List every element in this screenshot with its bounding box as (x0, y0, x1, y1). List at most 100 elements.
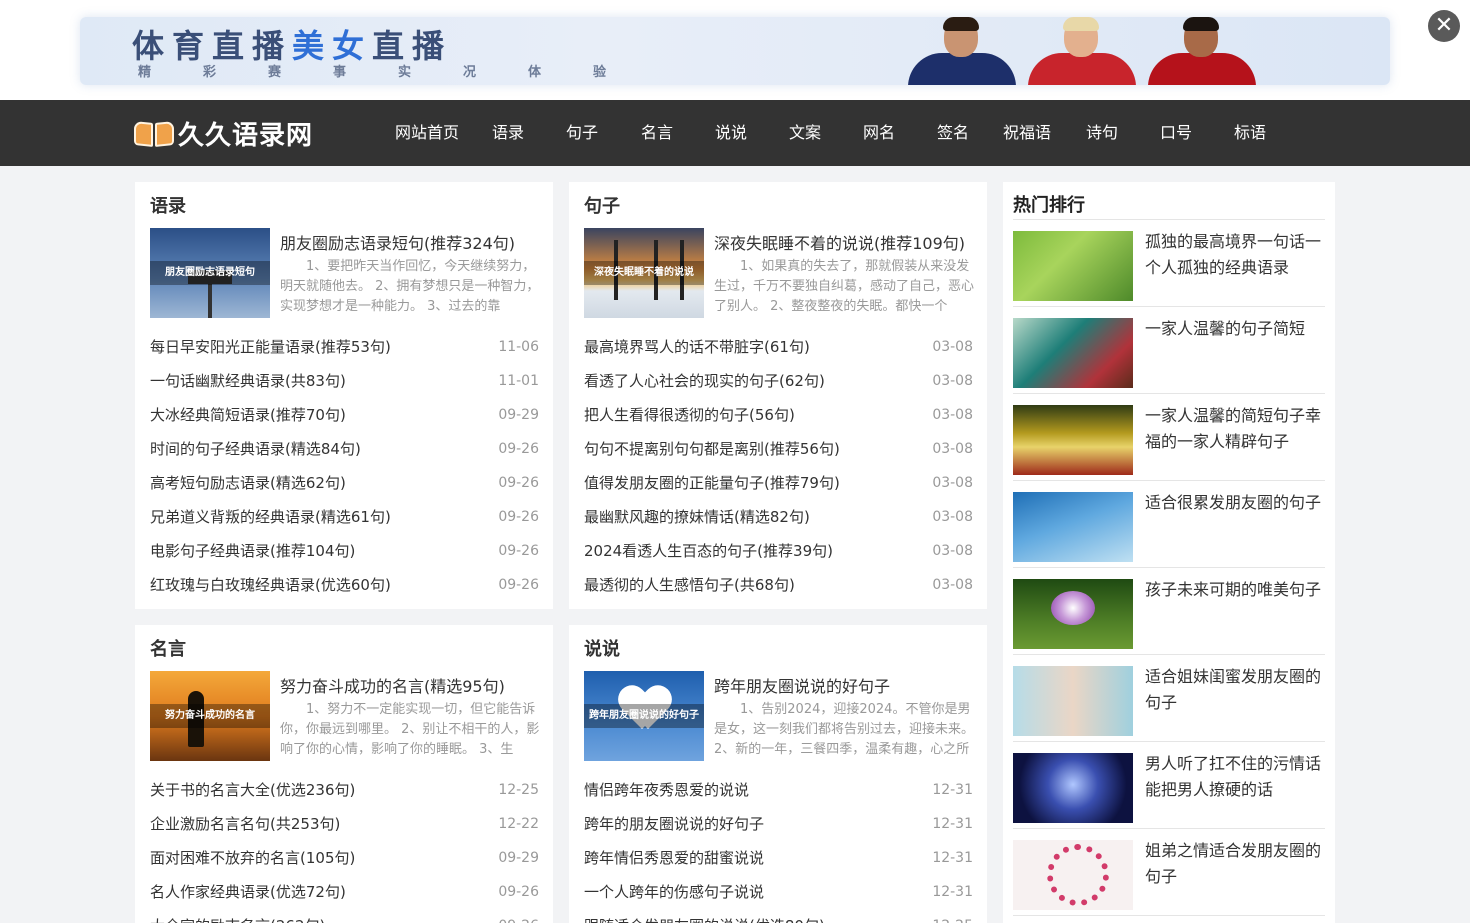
list-item: 句句不提离别句句都是离别(推荐56句) 03-08 (584, 432, 973, 466)
article-link[interactable]: 关于书的名言大全(优选236句) (150, 773, 355, 807)
ranking-thumbnail[interactable] (1013, 753, 1133, 823)
article-link[interactable]: 每日早安阳光正能量语录(推荐53句) (150, 330, 391, 364)
list-item: 值得发朋友圈的正能量句子(推荐79句) 03-08 (584, 466, 973, 500)
site-logo[interactable]: 久久语录网 (134, 114, 313, 152)
nav-item-biaoyu[interactable]: 标语 (1234, 100, 1266, 166)
featured-title-link[interactable]: 深夜失眠睡不着的说说(推荐109句) (714, 230, 965, 254)
nav-item-shuoshuo[interactable]: 说说 (715, 100, 747, 166)
panel-mingyan: 名言 努力奋斗成功的名言 努力奋斗成功的名言(精选95句) 1、努力不一定能实现… (135, 625, 553, 923)
nav-item-yulu[interactable]: 语录 (492, 100, 524, 166)
article-link[interactable]: 大冰经典简短语录(推荐70句) (150, 398, 346, 432)
article-date: 09-26 (498, 475, 539, 491)
article-link[interactable]: 一个人跨年的伤感句子说说 (584, 875, 764, 909)
article-link[interactable]: 看透了人心社会的现实的句子(62句) (584, 364, 825, 398)
nav-item-home[interactable]: 网站首页 (395, 100, 459, 166)
article-link[interactable]: 跨年的朋友圈说说的好句子 (584, 807, 764, 841)
article-list: 每日早安阳光正能量语录(推荐53句) 11-06 一句话幽默经典语录(共83句) 1… (150, 330, 539, 602)
sports-live-banner[interactable]: 体育直播美女直播 精彩赛事实况体验 (80, 17, 1390, 85)
ranking-link[interactable]: 孩子未来可期的唯美句子 (1145, 577, 1325, 603)
ranking-item: 一家人温馨的句子简短 (1013, 307, 1325, 394)
featured-thumbnail[interactable]: 努力奋斗成功的名言 (150, 671, 270, 761)
featured-thumbnail[interactable]: 跨年朋友圈说说的好句子 (584, 671, 704, 761)
article-link[interactable]: 最透彻的人生感悟句子(共68句) (584, 568, 795, 602)
article-link[interactable]: 兄弟道义背叛的经典语录(精选61句) (150, 500, 391, 534)
close-ad-button[interactable]: ✕ (1428, 10, 1460, 42)
ranking-item: 孤独的最高境界一句话一个人孤独的经典语录 (1013, 220, 1325, 307)
list-item: 兄弟道义背叛的经典语录(精选61句) 09-26 (150, 500, 539, 534)
panel-title[interactable]: 说说 (584, 635, 620, 661)
article-date: 03-08 (932, 373, 973, 389)
article-list: 最高境界骂人的话不带脏字(61句) 03-08 看透了人心社会的现实的句子(62句… (584, 330, 973, 602)
ranking-thumbnail[interactable] (1013, 840, 1133, 910)
nav-item-juzi[interactable]: 句子 (566, 100, 598, 166)
article-link[interactable]: 最幽默风趣的撩妹情话(精选82句) (584, 500, 810, 534)
article-link[interactable]: 跨年情侣秀恩爱的甜蜜说说 (584, 841, 764, 875)
nav-item-qianming[interactable]: 签名 (937, 100, 969, 166)
article-link[interactable]: 高考短句励志语录(精选62句) (150, 466, 346, 500)
article-link[interactable]: 句句不提离别句句都是离别(推荐56句) (584, 432, 840, 466)
featured-title-link[interactable]: 努力奋斗成功的名言(精选95句) (280, 673, 505, 697)
article-link[interactable]: 值得发朋友圈的正能量句子(推荐79句) (584, 466, 840, 500)
panel-title[interactable]: 语录 (150, 192, 186, 218)
panel-juzi: 句子 深夜失眠睡不着的说说 深夜失眠睡不着的说说(推荐109句) 1、如果真的失… (569, 182, 987, 609)
panel-title[interactable]: 句子 (584, 192, 620, 218)
panel-yulu: 语录 朋友圈励志语录短句 朋友圈励志语录短句(推荐324句) 1、要把昨天当作回… (135, 182, 553, 609)
list-item: 一个人跨年的伤感句子说说 12-31 (584, 875, 973, 909)
ranking-link[interactable]: 适合很累发朋友圈的句子 (1145, 490, 1325, 516)
nav-item-zhufuyu[interactable]: 祝福语 (1003, 100, 1051, 166)
list-item: 红玫瑰与白玫瑰经典语录(优选60句) 09-26 (150, 568, 539, 602)
featured-title-link[interactable]: 跨年朋友圈说说的好句子 (714, 673, 890, 697)
article-link[interactable]: 大全家的励志名言(262句) (150, 909, 325, 923)
featured-excerpt: 1、告别2024，迎接2024。不管你是男是女，这一刻我们都将告别过去，迎接未来… (714, 702, 974, 757)
banner-subtitle: 精彩赛事实况体验 (138, 65, 659, 80)
article-link[interactable]: 名人作家经典语录(优选72句) (150, 875, 346, 909)
article-link[interactable]: 面对困难不放弃的名言(105句) (150, 841, 355, 875)
article-link[interactable]: 2024看透人生百态的句子(推荐39句) (584, 534, 833, 568)
article-link[interactable]: 一句话幽默经典语录(共83句) (150, 364, 346, 398)
ranking-thumbnail[interactable] (1013, 405, 1133, 475)
list-item: 关于书的名言大全(优选236句) 12-25 (150, 773, 539, 807)
article-link[interactable]: 企业激励名言名句(共253句) (150, 807, 340, 841)
featured-thumbnail[interactable]: 深夜失眠睡不着的说说 (584, 228, 704, 318)
article-date: 03-08 (932, 543, 973, 559)
ranking-thumbnail[interactable] (1013, 492, 1133, 562)
ranking-thumbnail[interactable] (1013, 579, 1133, 649)
article-link[interactable]: 情侣跨年夜秀恩爱的说说 (584, 773, 749, 807)
article-date: 12-25 (932, 909, 973, 923)
ranking-item: 姐弟之情适合发朋友圈的句子 (1013, 829, 1325, 916)
featured-excerpt: 1、要把昨天当作回忆，今天继续努力，明天就随他去。 2、拥有梦想只是一种智力，实… (280, 259, 540, 314)
panel-title[interactable]: 名言 (150, 635, 186, 661)
article-link[interactable]: 电影句子经典语录(推荐104句) (150, 534, 355, 568)
nav-item-mingyan[interactable]: 名言 (641, 100, 673, 166)
list-item: 名人作家经典语录(优选72句) 09-26 (150, 875, 539, 909)
ranking-thumbnail[interactable] (1013, 318, 1133, 388)
ranking-link[interactable]: 一家人温馨的简短句子幸福的一家人精辟句子 (1145, 403, 1325, 455)
featured-thumbnail[interactable]: 朋友圈励志语录短句 (150, 228, 270, 318)
ranking-thumbnail[interactable] (1013, 231, 1133, 301)
nav-item-wenan[interactable]: 文案 (789, 100, 821, 166)
article-link[interactable]: 最高境界骂人的话不带脏字(61句) (584, 330, 810, 364)
list-item: 时间的句子经典语录(精选84句) 09-26 (150, 432, 539, 466)
ranking-link[interactable]: 孤独的最高境界一句话一个人孤独的经典语录 (1145, 229, 1325, 281)
ranking-thumbnail[interactable] (1013, 666, 1133, 736)
article-link[interactable]: 把人生看得很透彻的句子(56句) (584, 398, 795, 432)
featured-article: 努力奋斗成功的名言 努力奋斗成功的名言(精选95句) 1、努力不一定能实现一切，… (150, 671, 540, 761)
article-link[interactable]: 跟随适合发朋友圈的说说(优选80句) (584, 909, 825, 923)
ranking-link[interactable]: 男人听了扛不住的污情话能把男人撩硬的话 (1145, 751, 1325, 803)
article-list: 关于书的名言大全(优选236句) 12-25 企业激励名言名句(共253句) 12-… (150, 773, 539, 923)
ranking-link[interactable]: 适合姐妹闺蜜发朋友圈的句子 (1145, 664, 1325, 716)
ranking-item: 一家人温馨的简短句子幸福的一家人精辟句子 (1013, 394, 1325, 481)
article-link[interactable]: 时间的句子经典语录(精选84句) (150, 432, 361, 466)
nav-item-wangming[interactable]: 网名 (863, 100, 895, 166)
nav-item-shiju[interactable]: 诗句 (1086, 100, 1118, 166)
featured-title-link[interactable]: 朋友圈励志语录短句(推荐324句) (280, 230, 515, 254)
nav-item-kouhao[interactable]: 口号 (1160, 100, 1192, 166)
ranking-item: 孩子未来可期的唯美句子 (1013, 568, 1325, 655)
ranking-link[interactable]: 姐弟之情适合发朋友圈的句子 (1145, 838, 1325, 890)
article-date: 11-01 (498, 373, 539, 389)
ranking-link[interactable]: 一家人温馨的句子简短 (1145, 316, 1325, 342)
list-item: 把人生看得很透彻的句子(56句) 03-08 (584, 398, 973, 432)
article-link[interactable]: 红玫瑰与白玫瑰经典语录(优选60句) (150, 568, 391, 602)
main-nav: 久久语录网 网站首页 语录 句子 名言 说说 文案 网名 签名 祝福语 诗句 口… (0, 100, 1470, 166)
ranking-item: 适合姐妹闺蜜发朋友圈的句子 (1013, 655, 1325, 742)
